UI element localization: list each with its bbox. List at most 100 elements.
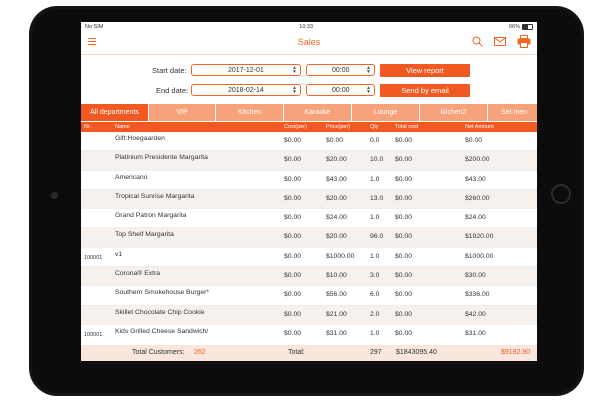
tab-set-menu[interactable]: Set men [488,104,537,121]
table-row[interactable]: Platinium Presidente Margarita $0.00 $20.0… [81,151,537,171]
send-email-button[interactable]: Send by email [380,84,470,97]
start-date-field[interactable]: 2017-12-01 ▲ ▼ [191,64,301,76]
row-total-cost: $0.00 [395,137,413,144]
row-cost: $0.00 [284,156,302,164]
row-net-amount: $42.00 [465,310,486,318]
page-title: Sales [297,37,321,47]
row-cost: $0.00 [284,233,302,241]
row-price: $10.00 [326,272,347,280]
col-nr: Nr. [84,124,92,130]
row-price: $1000.00 [326,252,355,260]
table-header: Nr. Name Cost(per) Price(per) Qty Total … [81,122,537,132]
row-cost: $0.00 [284,310,302,318]
table-row[interactable]: Tropical Sunrise Margarita $0.00 $20.00 13.… [81,189,537,210]
table-row[interactable]: Americano $0.00 $43.00 1.0 $0.00 $43.00 [81,170,537,190]
row-price: $21.00 [326,310,347,318]
row-total-cost: $0.00 [395,252,413,260]
row-net-amount: $1000.00 [465,252,494,260]
end-time-field[interactable]: 00:00 ▲ ▼ [306,84,375,96]
row-qty: 6.0 [370,291,380,299]
row-net-amount: $0.00 [465,137,483,144]
col-cost: Cost(per) [284,124,307,130]
row-cost: $0.00 [284,175,302,183]
total-customers-label: Total Customers: [132,349,185,356]
tab-kitchen[interactable]: Kitchen [216,104,284,121]
sales-table-body: Gift:Hoegaarden $0.00 $0.00 0.0 $0.00 $0.00 Pl… [81,132,537,340]
table-row[interactable]: Skillet Chocolate Chip Cookie $0.00 $21.00… [81,305,537,325]
status-bar: No SIM 10:33 66% [81,22,537,32]
mail-icon[interactable] [494,37,506,46]
row-qty: 2.0 [370,310,380,318]
total-label: Total: [288,349,305,356]
table-row[interactable]: 100001 Kids Grilled Cheese Sandwich/ $0.00… [81,324,537,340]
camera [51,192,58,199]
row-name: Top Shelf Margarita [115,231,174,239]
row-qty: 1.0 [370,175,380,183]
row-net-amount: $24.00 [465,214,486,222]
row-total-cost: $0.00 [395,310,413,318]
end-date-field[interactable]: 2018-02-14 ▲ ▼ [191,84,301,96]
row-price: $20.00 [326,156,347,164]
end-date-value: 2018-02-14 [228,86,264,94]
table-row[interactable]: Southern Smokehouse Burger* $0.00 $56.00 6.… [81,286,537,306]
row-net-amount: $260.00 [465,194,490,202]
row-net-amount: $43.00 [465,175,486,183]
row-qty: 96.0 [370,233,384,241]
row-qty: 0.0 [370,137,380,144]
row-qty: 1.0 [370,214,380,222]
home-button[interactable] [551,184,571,204]
date-form: Start date: 2017-12-01 ▲ ▼ 00:00 ▲ ▼ View … [81,55,537,102]
row-total-cost: $0.00 [395,194,413,202]
row-total-cost: $0.00 [395,214,413,222]
row-qty: 10.0 [370,156,384,164]
start-time-field[interactable]: 00:00 ▲ ▼ [306,64,375,76]
table-row[interactable]: Top Shelf Margarita $0.00 $20.00 96.0 $0.00 $… [81,228,537,248]
tab-karaoke[interactable]: Karaoke [284,104,352,121]
row-net-amount: $336.00 [465,291,490,299]
row-nr: 100001 [84,331,103,338]
row-total-cost: $0.00 [395,272,413,280]
carrier-text: No SIM [85,24,104,30]
row-qty: 3.0 [370,272,380,280]
row-cost: $0.00 [284,194,302,202]
table-row[interactable]: Grand Patron Margarita $0.00 $24.00 1.0 $0.0… [81,209,537,229]
row-total-cost: $0.00 [395,291,413,299]
view-report-button[interactable]: View report [380,64,470,77]
print-icon[interactable] [517,35,531,48]
row-price: $31.00 [326,329,347,337]
tab-lounge[interactable]: Lounge [352,104,420,121]
stepper-icon: ▲ ▼ [366,65,371,75]
row-price: $56.00 [326,291,347,299]
row-name: Kids Grilled Cheese Sandwich/ [115,327,209,335]
row-name: Gift:Hoegaarden [115,135,165,142]
tab-kitchen2[interactable]: kitchen2 [420,104,488,121]
tab-vip[interactable]: VIP [149,104,216,121]
stepper-icon: ▲ ▼ [366,85,371,95]
col-qty: Qty [370,124,379,130]
table-row[interactable]: 100001 v1 $0.00 $1000.00 1.0 $0.00 $1000.00 [81,247,537,268]
battery-percent: 66% [508,24,520,30]
row-qty: 1.0 [370,252,380,260]
row-nr: 100001 [84,254,103,261]
table-row[interactable]: Corona® Extra $0.00 $10.00 3.0 $0.00 $30.00 [81,267,537,287]
row-price: $20.00 [326,233,347,241]
row-cost: $0.00 [284,329,302,337]
row-name: v1 [115,250,123,258]
stepper-icon: ▲ ▼ [292,85,297,95]
row-total-cost: $0.00 [395,156,413,164]
row-price: $20.00 [326,194,347,202]
row-name: Tropical Sunrise Margarita [115,192,195,200]
search-icon[interactable] [472,36,483,47]
table-row[interactable]: Gift:Hoegaarden $0.00 $0.00 0.0 $0.00 $0.00 [81,132,537,152]
tab-all-departments[interactable]: All departments [81,104,149,121]
stepper-icon: ▲ ▼ [292,65,297,75]
department-tabs: All departments VIP Kitchen Karaoke Loun… [81,104,537,121]
end-date-label: End date: [156,86,189,95]
clock-text: 10:33 [299,24,314,30]
start-time-value: 00:00 [332,66,350,74]
net-total: $9192.90 [501,349,531,356]
row-cost: $0.00 [284,137,302,144]
row-name: Platinium Presidente Margarita [115,154,208,162]
row-net-amount: $1920.00 [465,233,494,241]
row-price: $0.00 [326,137,344,144]
